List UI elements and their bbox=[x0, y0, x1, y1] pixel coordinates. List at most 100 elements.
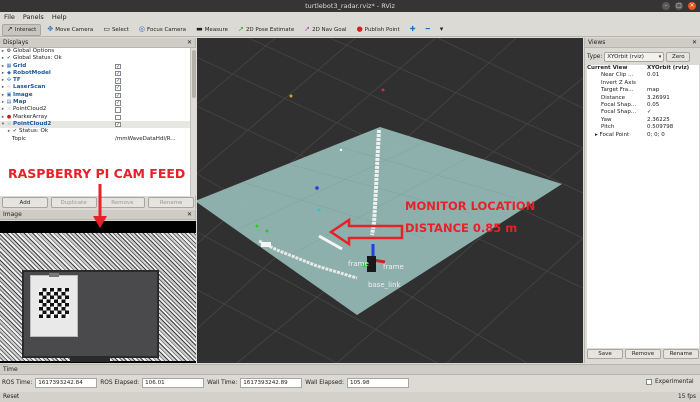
tree-item-image[interactable]: ▸ ▣ Image ✓ bbox=[0, 92, 190, 99]
close-panel-icon[interactable]: ✕ bbox=[187, 38, 192, 48]
tree-item-markerarray[interactable]: ▸ ● MarkerArray bbox=[0, 114, 190, 121]
tree-item-global-status[interactable]: ▸ ✔ Global Status: Ok bbox=[0, 55, 190, 62]
view-property-row[interactable]: Focal Shap... ✓ bbox=[587, 109, 699, 116]
tool-move-camera-button[interactable]: ✥ Move Camera bbox=[43, 24, 97, 36]
display-enabled-checkbox[interactable]: ✓ bbox=[115, 63, 121, 70]
display-enabled-checkbox[interactable]: ✓ bbox=[115, 85, 121, 91]
remove-view-button[interactable]: Remove bbox=[625, 349, 661, 359]
tree-item-laserscan[interactable]: ▸ ⁘ LaserScan ✓ bbox=[0, 84, 190, 91]
display-enabled-checkbox[interactable] bbox=[115, 114, 121, 121]
maximize-icon[interactable]: □ bbox=[675, 2, 683, 10]
view-type-select[interactable]: XYOrbit (rviz) bbox=[604, 51, 665, 62]
tree-item-pointcloud2[interactable]: ▸ ⁙ PointCloud2 bbox=[0, 106, 190, 113]
view-property-row[interactable]: Target Fra... map bbox=[587, 87, 699, 94]
tool-remove-button[interactable]: ━ bbox=[422, 24, 434, 36]
property-value[interactable]: map bbox=[647, 87, 659, 94]
menu-panels[interactable]: Panels bbox=[23, 12, 44, 23]
property-value[interactable]: 2.36225 bbox=[647, 117, 670, 124]
rename-view-button[interactable]: Rename bbox=[663, 349, 699, 359]
save-view-button[interactable]: Save bbox=[587, 349, 623, 359]
zero-view-button[interactable]: Zero bbox=[666, 51, 691, 62]
tool-measure-button[interactable]: ▬ Measure bbox=[192, 24, 232, 36]
tree-item-topic[interactable]: Topic /mmWaveDataHdl/R... bbox=[0, 136, 190, 143]
tool-publish-point-button[interactable]: ● Publish Point bbox=[353, 24, 404, 36]
tree-item-global-options[interactable]: ▸ ⚙ Global Options bbox=[0, 48, 190, 55]
tool-focus-camera-button[interactable]: ◎ Focus Camera bbox=[135, 24, 190, 36]
tree-item-label: MarkerArray bbox=[13, 113, 48, 120]
tree-item-label: PointCloud2 bbox=[13, 106, 47, 113]
property-value[interactable]: 0; 0; 0 bbox=[647, 132, 665, 139]
tool-pose-estimate-button[interactable]: ➚ 2D Pose Estimate bbox=[234, 24, 298, 36]
checkerboard-pattern bbox=[39, 288, 69, 318]
minus-icon: ━ bbox=[425, 25, 430, 33]
topic-value[interactable]: /mmWaveDataHdl/R... bbox=[115, 136, 176, 143]
rename-display-button[interactable]: Rename bbox=[148, 197, 194, 208]
chevron-down-icon: ▾ bbox=[439, 25, 444, 33]
image-panel-title: Image bbox=[3, 211, 22, 218]
view-property-row[interactable]: Distance 3.26991 bbox=[587, 95, 699, 102]
wall-elapsed-field[interactable]: 105.98 bbox=[346, 377, 409, 388]
displays-scrollbar[interactable] bbox=[190, 48, 196, 196]
property-value[interactable]: 3.26991 bbox=[647, 95, 670, 102]
measure-icon: ▬ bbox=[196, 25, 203, 33]
tree-item-tf[interactable]: ▸ ✣ TF ✓ bbox=[0, 77, 190, 84]
render-viewport[interactable]: frame frame base_link MONITOR LOCATION D… bbox=[197, 38, 583, 363]
tree-item-pointcloud2-radar[interactable]: ▾ ⁙ PointCloud2 ✓ bbox=[0, 120, 190, 129]
tree-item-label: LaserScan bbox=[13, 84, 46, 91]
ros-elapsed-field[interactable]: 106.01 bbox=[142, 377, 205, 388]
display-enabled-checkbox[interactable]: ✓ bbox=[115, 70, 121, 77]
view-property-row[interactable]: Focal Shap... 0.05 bbox=[587, 102, 699, 109]
minimize-icon[interactable]: – bbox=[662, 2, 670, 10]
tool-options-button[interactable]: ▾ bbox=[436, 24, 448, 36]
tool-interact-button[interactable]: ➚ Interact bbox=[2, 23, 42, 36]
close-panel-icon[interactable]: ✕ bbox=[187, 210, 192, 220]
pointcloud-icon: ⁙ bbox=[6, 120, 12, 127]
tool-select-button[interactable]: ▭ Select bbox=[99, 24, 133, 36]
tree-item-status[interactable]: ▸ ✔ Status: Ok bbox=[0, 128, 190, 135]
property-value[interactable]: 0.05 bbox=[647, 102, 659, 109]
views-button-row: Save Remove Rename bbox=[587, 349, 699, 361]
view-property-row[interactable]: Invert Z Axis bbox=[587, 80, 699, 87]
tf-icon: ✣ bbox=[6, 77, 12, 84]
display-enabled-checkbox[interactable] bbox=[115, 107, 121, 113]
view-property-row[interactable]: Current View XYOrbit (rviz) bbox=[587, 65, 699, 72]
property-value[interactable]: ✓ bbox=[647, 109, 652, 116]
add-display-button[interactable]: Add bbox=[2, 197, 48, 208]
menu-file[interactable]: File bbox=[4, 12, 15, 23]
view-property-row[interactable]: Yaw 2.36225 bbox=[587, 117, 699, 124]
tool-nav-goal-button[interactable]: ➚ 2D Nav Goal bbox=[300, 24, 350, 36]
checkerboard-clip bbox=[49, 273, 59, 277]
property-value[interactable]: 0.509798 bbox=[647, 124, 673, 131]
tool-label: 2D Nav Goal bbox=[312, 26, 347, 33]
experimental-label: Experimental bbox=[655, 379, 694, 385]
experimental-option[interactable]: Experimental bbox=[646, 379, 694, 385]
view-property-row[interactable]: Pitch 0.509798 bbox=[587, 124, 699, 131]
tree-item-robotmodel[interactable]: ▸ ◆ RobotModel ✓ bbox=[0, 70, 190, 77]
menu-help[interactable]: Help bbox=[52, 12, 67, 23]
display-enabled-checkbox[interactable]: ✓ bbox=[115, 92, 121, 99]
property-key: Near Clip ... bbox=[601, 72, 634, 79]
annotation-cam-feed: RASPBERRY PI CAM FEED bbox=[8, 166, 186, 181]
tool-label: 2D Pose Estimate bbox=[245, 26, 295, 33]
view-property-row[interactable]: Near Clip ... 0.01 bbox=[587, 72, 699, 79]
reset-button[interactable]: Reset bbox=[3, 394, 19, 400]
wall-elapsed-label: Wall Elapsed: bbox=[305, 379, 344, 386]
tool-add-button[interactable]: ✚ bbox=[406, 24, 420, 36]
display-enabled-checkbox[interactable]: ✓ bbox=[115, 78, 121, 84]
close-panel-icon[interactable]: ✕ bbox=[692, 38, 697, 48]
wall-time-field[interactable]: 1617393242.89 bbox=[240, 377, 303, 388]
display-enabled-checkbox[interactable]: ✓ bbox=[115, 121, 121, 128]
view-property-row[interactable]: ▸ Focal Point 0; 0; 0 bbox=[587, 132, 699, 139]
experimental-checkbox[interactable] bbox=[646, 379, 652, 385]
tree-item-map[interactable]: ▸ ▤ Map ✓ bbox=[0, 99, 190, 106]
views-type-row: Type: XYOrbit (rviz) Zero bbox=[587, 51, 699, 62]
camera-feed-view bbox=[0, 221, 196, 363]
tree-item-label: RobotModel bbox=[13, 69, 51, 76]
ros-time-field[interactable]: 1617393242.84 bbox=[35, 377, 98, 388]
scrollbar-thumb[interactable] bbox=[192, 50, 196, 98]
tree-item-grid[interactable]: ▸ ▦ Grid ✓ bbox=[0, 63, 190, 70]
displays-panel-header: Displays ✕ bbox=[0, 38, 195, 48]
display-enabled-checkbox[interactable]: ✓ bbox=[115, 100, 121, 106]
property-value[interactable]: 0.01 bbox=[647, 72, 659, 79]
close-icon[interactable]: × bbox=[688, 2, 696, 10]
